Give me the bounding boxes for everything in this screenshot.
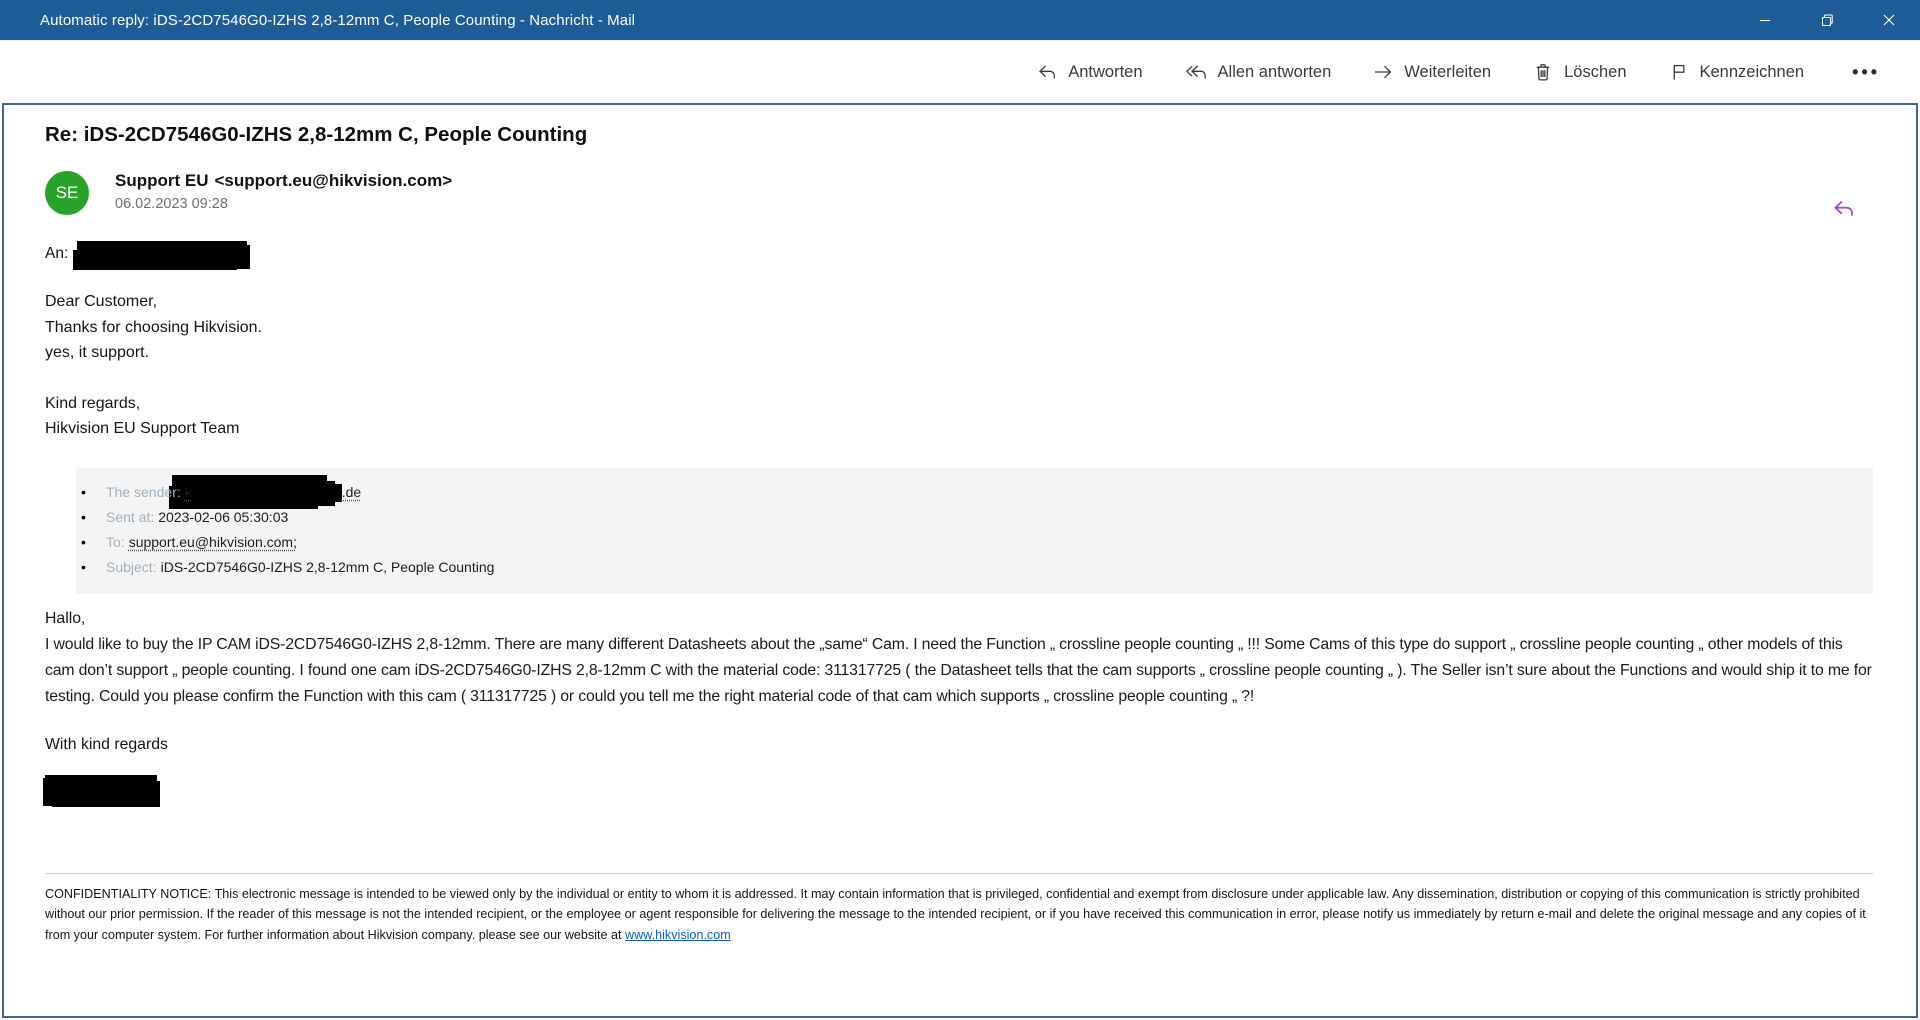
body-line: yes, it support. [45, 340, 1873, 366]
sender-name: Support EU <support.eu@hikvision.com> [115, 171, 452, 191]
message-date: 06.02.2023 09:28 [115, 196, 452, 212]
quoted-header-list: The sender:k .de Sent at:2023-02-06 05:30… [76, 483, 1873, 577]
flag-label: Kennzeichnen [1700, 63, 1805, 82]
restore-icon [1821, 14, 1834, 27]
quoted-subject-value: iDS-2CD7546G0-IZHS 2,8-12mm C, People Co… [161, 559, 495, 575]
more-icon: ••• [1846, 62, 1886, 83]
confidentiality-notice: CONFIDENTIALITY NOTICE: This electronic … [45, 884, 1873, 946]
flag-icon [1669, 62, 1689, 82]
redacted-recipient [77, 241, 247, 267]
inquiry-greeting: Hallo, [45, 606, 1873, 632]
message-toolbar: Antworten Allen antworten Weiterleiten L… [0, 40, 1920, 103]
hikvision-website-link[interactable]: www.hikvision.com [625, 928, 731, 942]
reply-label: Antworten [1068, 63, 1142, 82]
sender-email-address: <support.eu@hikvision.com> [215, 171, 453, 190]
message-subject: Re: iDS-2CD7546G0-IZHS 2,8-12mm C, Peopl… [45, 123, 1873, 147]
to-label: An: [45, 245, 68, 263]
forward-icon [1373, 62, 1393, 82]
body-line: Kind regards, [45, 391, 1873, 417]
delete-label: Löschen [1564, 63, 1626, 82]
quoted-to-label: To: [106, 534, 125, 550]
quoted-subject-row: Subject:iDS-2CD7546G0-IZHS 2,8-12mm C, P… [76, 558, 1873, 577]
restore-button[interactable] [1796, 0, 1858, 40]
forward-button[interactable]: Weiterleiten [1373, 62, 1491, 82]
app-window: { "window": { "title": "Automatic reply:… [0, 0, 1920, 1020]
message-pane: Re: iDS-2CD7546G0-IZHS 2,8-12mm C, Peopl… [2, 103, 1918, 1018]
titlebar[interactable]: Automatic reply: iDS-2CD7546G0-IZHS 2,8-… [0, 0, 1920, 40]
quoted-subject-label: Subject: [106, 559, 157, 575]
redacted-signature [45, 775, 157, 805]
minimize-button[interactable] [1734, 0, 1796, 40]
quoted-message-block: The sender:k .de Sent at:2023-02-06 05:30… [76, 468, 1873, 594]
trash-icon [1533, 62, 1553, 82]
quoted-sent-label: Sent at: [106, 509, 154, 525]
sender-address-prefix: k [185, 484, 192, 500]
window-title: Automatic reply: iDS-2CD7546G0-IZHS 2,8-… [0, 12, 635, 29]
avatar-initials: SE [56, 183, 79, 203]
message-body: Dear Customer, Thanks for choosing Hikvi… [45, 289, 1873, 366]
quoted-to-row: To:support.eu@hikvision.com; [76, 533, 1873, 552]
quoted-sent-value: 2023-02-06 05:30:03 [158, 509, 288, 525]
window-controls [1734, 0, 1920, 40]
flag-button[interactable]: Kennzeichnen [1669, 62, 1805, 82]
message-signoff: Kind regards, Hikvision EU Support Team [45, 391, 1873, 442]
reply-all-label: Allen antworten [1218, 63, 1332, 82]
quoted-sender-label: The sender: [106, 484, 181, 500]
confidentiality-text: CONFIDENTIALITY NOTICE: This electronic … [45, 887, 1866, 942]
sender-row: SE Support EU <support.eu@hikvision.com> … [45, 171, 1873, 215]
reply-all-icon [1185, 62, 1207, 82]
delete-button[interactable]: Löschen [1533, 62, 1626, 82]
quoted-to-email-link[interactable]: support.eu@hikvision.com; [129, 534, 297, 550]
close-button[interactable] [1858, 0, 1920, 40]
redacted-sender-email [192, 484, 342, 502]
quoted-sent-row: Sent at:2023-02-06 05:30:03 [76, 508, 1873, 527]
footer-divider [45, 873, 1873, 874]
inquiry-text: I would like to buy the IP CAM iDS-2CD75… [45, 632, 1873, 710]
reply-icon [1037, 62, 1057, 82]
minimize-icon [1759, 14, 1771, 26]
quoted-sender-row: The sender:k .de [76, 483, 1873, 502]
reply-button[interactable]: Antworten [1037, 62, 1142, 82]
sender-meta: Support EU <support.eu@hikvision.com> 06.… [115, 171, 452, 212]
body-line: Dear Customer, [45, 289, 1873, 315]
recipient-row: An: [45, 241, 1873, 267]
close-icon [1883, 14, 1895, 26]
replied-indicator-icon [1832, 197, 1855, 220]
sender-avatar[interactable]: SE [45, 171, 89, 215]
sender-domain-link[interactable]: .de [342, 484, 361, 500]
reply-all-button[interactable]: Allen antworten [1185, 62, 1332, 82]
inquiry-closing: With kind regards [45, 736, 1873, 754]
body-line: Thanks for choosing Hikvision. [45, 315, 1873, 341]
forward-label: Weiterleiten [1404, 63, 1491, 82]
body-line: Hikvision EU Support Team [45, 416, 1873, 442]
sender-display-name: Support EU [115, 171, 209, 190]
more-button[interactable]: ••• [1846, 62, 1886, 83]
